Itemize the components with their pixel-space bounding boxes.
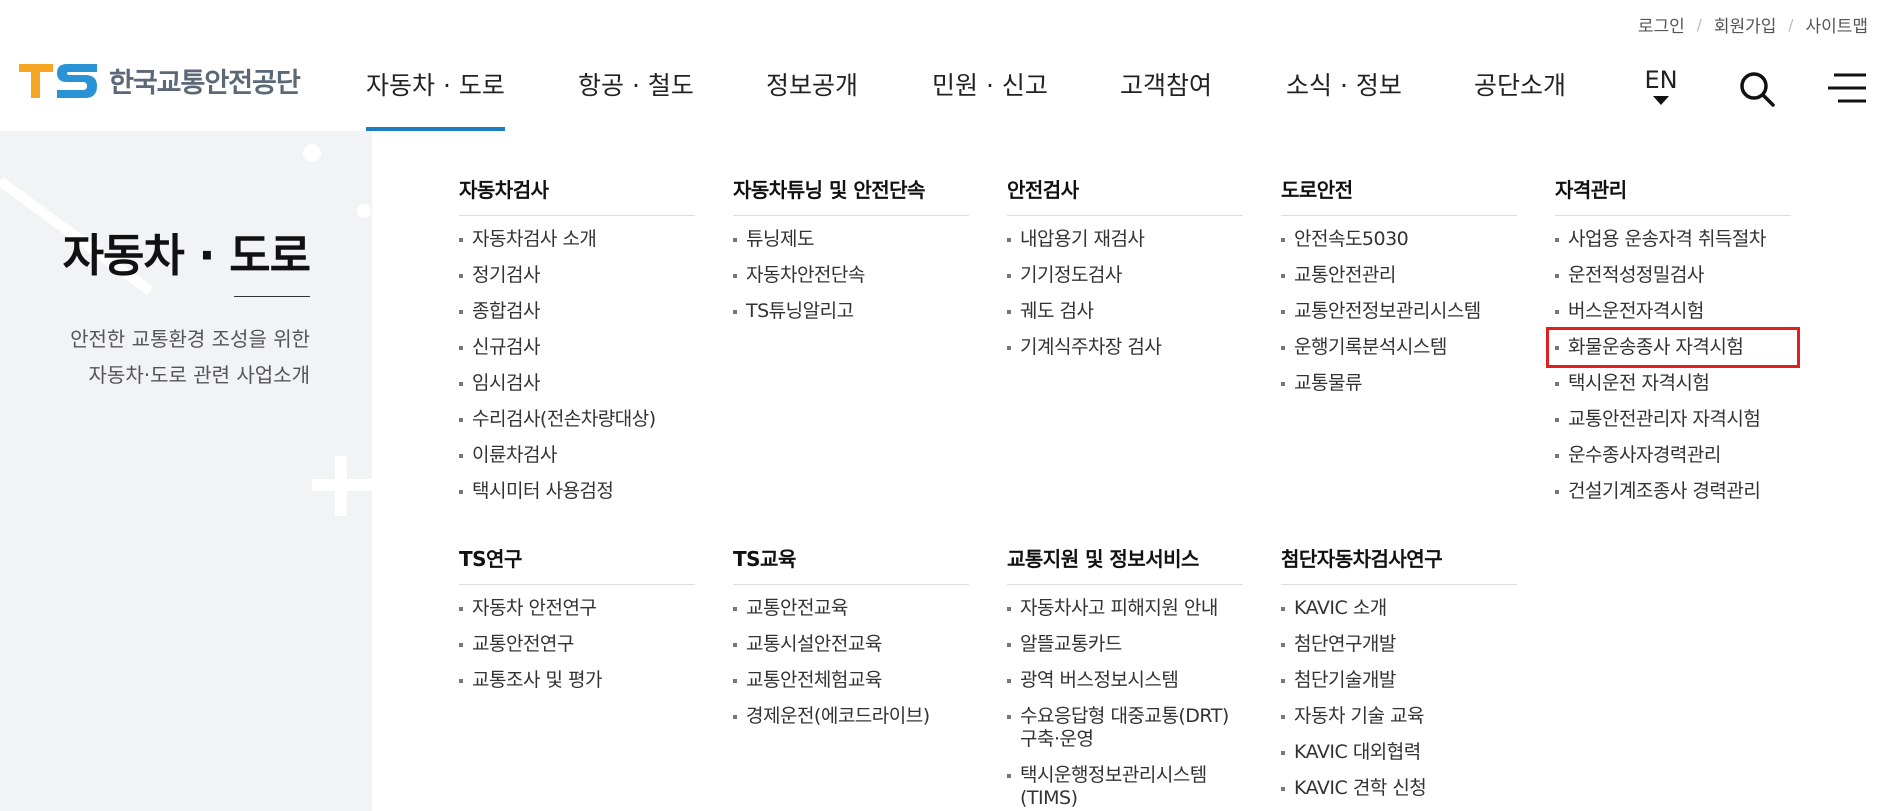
menu-link[interactable]: 자동차 기술 교육 [1281,705,1517,728]
nav-item-customer[interactable]: 고객참여 [1120,66,1212,131]
menu-link[interactable]: 교통조사 및 평가 [459,669,695,692]
menu-link[interactable]: 첨단기술개발 [1281,669,1517,692]
menu-link[interactable]: 자동차사고 피해지원 안내 [1007,597,1243,620]
menu-link[interactable]: KAVIC 대외협력 [1281,741,1517,764]
menu-link[interactable]: KAVIC 소개 [1281,597,1517,620]
menu-link[interactable]: 신규검사 [459,336,695,359]
menu-link[interactable]: TS튜닝알리고 [733,300,969,323]
menu-link[interactable]: 임시검사 [459,372,695,395]
ts-logo-mark [19,64,97,98]
menu-group-title[interactable]: 도로안전 [1281,174,1517,216]
hamburger-menu-icon[interactable] [1826,72,1868,104]
menu-link[interactable]: 택시운행정보관리시스템 (TIMS) [1007,764,1243,810]
section-title: 자동차 · 도로 [62,229,311,282]
menu-link[interactable]: 교통안전교육 [733,597,969,620]
menu-link[interactable]: 교통물류 [1281,372,1517,395]
language-button[interactable]: EN [1643,66,1679,105]
menu-link[interactable]: 경제운전(에코드라이브) [733,705,969,728]
menu-link[interactable]: 자동차검사 소개 [459,228,695,251]
menu-link[interactable]: 택시미터 사용검정 [459,480,695,503]
description-line: 자동차·도로 관련 사업소개 [88,363,310,387]
nav-item-information-disclosure[interactable]: 정보공개 [766,66,858,131]
organization-name: 한국교통안전공단 [109,67,301,99]
menu-link[interactable]: 안전속도5030 [1281,228,1517,251]
menu-link[interactable]: 교통안전체험교육 [733,669,969,692]
separator: / [1788,15,1794,34]
menu-group-tuning-enforcement: 자동차튜닝 및 안전단속 튜닝제도 자동차안전단속 TS튜닝알리고 [733,174,969,336]
site-logo[interactable]: 한국교통안전공단 [17,60,301,100]
description-line: 안전한 교통환경 조성을 위한 [70,327,310,351]
mega-menu: 자동차검사 자동차검사 소개 정기검사 종합검사 신규검사 임시검사 수리검사(… [372,131,1886,811]
menu-link[interactable]: 교통안전연구 [459,633,695,656]
menu-link[interactable]: 이륜차검사 [459,444,695,467]
menu-link[interactable]: 광역 버스정보시스템 [1007,669,1243,692]
nav-item-aviation-rail[interactable]: 항공 · 철도 [578,66,694,131]
section-description: 안전한 교통환경 조성을 위한 자동차·도로 관련 사업소개 [70,321,310,393]
menu-group-road-safety: 도로안전 안전속도5030 교통안전관리 교통안전정보관리시스템 운행기록분석시… [1281,174,1517,408]
nav-item-vehicle-road[interactable]: 자동차 · 도로 [366,66,505,131]
menu-group-title[interactable]: TS교육 [733,543,969,585]
section-intro-panel: 자동차 · 도로 안전한 교통환경 조성을 위한 자동차·도로 관련 사업소개 [0,131,372,811]
menu-link[interactable]: 운수종사자경력관리 [1555,444,1791,467]
menu-link[interactable]: 수요응답형 대중교통(DRT) 구축·운영 [1007,705,1243,751]
caret-down-icon [1653,96,1669,105]
menu-group-title[interactable]: 자동차튜닝 및 안전단속 [733,174,969,216]
menu-link[interactable]: 자동차안전단속 [733,264,969,287]
menu-link[interactable]: 기기정도검사 [1007,264,1243,287]
divider [234,296,310,297]
menu-group-qualification: 자격관리 사업용 운송자격 취득절차 운전적성정밀검사 버스운전자격시험 화물운… [1546,174,1800,516]
menu-group-title[interactable]: 안전검사 [1007,174,1243,216]
menu-link[interactable]: 내압용기 재검사 [1007,228,1243,251]
menu-link[interactable]: 수리검사(전손차량대상) [459,408,695,431]
menu-link-highlighted[interactable]: 화물운송종사 자격시험 [1546,327,1800,368]
sitemap-link[interactable]: 사이트맵 [1805,12,1868,37]
menu-link[interactable]: 운전적성정밀검사 [1555,264,1791,287]
menu-group-title[interactable]: 자동차검사 [459,174,695,216]
menu-link[interactable]: 버스운전자격시험 [1555,300,1791,323]
nav-item-about[interactable]: 공단소개 [1474,66,1566,131]
nav-item-civil-report[interactable]: 민원 · 신고 [932,66,1048,131]
menu-link[interactable]: 첨단연구개발 [1281,633,1517,656]
menu-link[interactable]: 튜닝제도 [733,228,969,251]
menu-link[interactable]: 교통안전관리 [1281,264,1517,287]
menu-link[interactable]: 종합검사 [459,300,695,323]
menu-group-safety-inspection: 안전검사 내압용기 재검사 기기정도검사 궤도 검사 기계식주차장 검사 [1007,174,1243,372]
menu-group-title[interactable]: 자격관리 [1555,174,1791,216]
menu-link[interactable]: 운행기록분석시스템 [1281,336,1517,359]
menu-group-vehicle-inspection: 자동차검사 자동차검사 소개 정기검사 종합검사 신규검사 임시검사 수리검사(… [459,174,695,516]
menu-group-transport-support: 교통지원 및 정보서비스 자동차사고 피해지원 안내 알뜰교통카드 광역 버스정… [1007,543,1243,811]
menu-link[interactable]: 자동차 안전연구 [459,597,695,620]
menu-group-title[interactable]: 교통지원 및 정보서비스 [1007,543,1243,585]
login-link[interactable]: 로그인 [1638,12,1685,37]
menu-group-ts-research: TS연구 자동차 안전연구 교통안전연구 교통조사 및 평가 [459,543,695,705]
search-icon[interactable] [1738,70,1776,108]
menu-link[interactable]: 알뜰교통카드 [1007,633,1243,656]
nav-item-news-info[interactable]: 소식 · 정보 [1286,66,1402,131]
menu-group-title[interactable]: TS연구 [459,543,695,585]
menu-link[interactable]: 교통안전정보관리시스템 [1281,300,1517,323]
site-header: 로그인 / 회원가입 / 사이트맵 한국교통안전공단 자동차 · 도로 항공 ·… [0,0,1886,131]
menu-group-advanced-vehicle-research: 첨단자동차검사연구 KAVIC 소개 첨단연구개발 첨단기술개발 자동차 기술 … [1281,543,1517,811]
utility-nav: 로그인 / 회원가입 / 사이트맵 [1638,12,1868,38]
menu-group-ts-education: TS교육 교통안전교육 교통시설안전교육 교통안전체험교육 경제운전(에코드라이… [733,543,969,741]
menu-link[interactable]: 정기검사 [459,264,695,287]
separator: / [1696,15,1702,34]
menu-link[interactable]: 교통시설안전교육 [733,633,969,656]
menu-link[interactable]: 택시운전 자격시험 [1555,372,1791,395]
menu-link[interactable]: 기계식주차장 검사 [1007,336,1243,359]
menu-link[interactable]: 교통안전관리자 자격시험 [1555,408,1791,431]
menu-link[interactable]: 사업용 운송자격 취득절차 [1555,228,1791,251]
language-label: EN [1644,66,1678,94]
menu-link[interactable]: 건설기계조종사 경력관리 [1555,480,1791,503]
menu-link[interactable]: 궤도 검사 [1007,300,1243,323]
menu-link[interactable]: KAVIC 견학 신청 [1281,777,1517,800]
signup-link[interactable]: 회원가입 [1714,12,1777,37]
menu-group-title[interactable]: 첨단자동차검사연구 [1281,543,1517,585]
